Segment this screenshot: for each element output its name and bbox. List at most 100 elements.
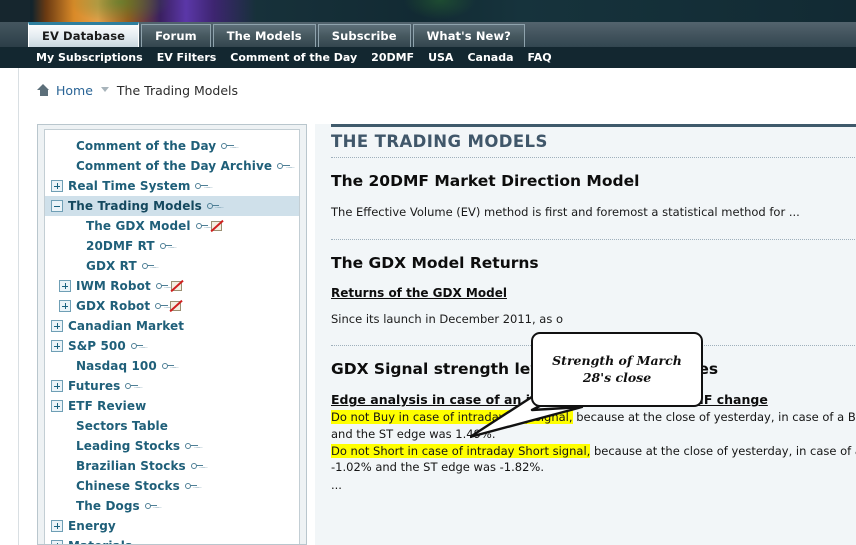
sidebar-item-label: Leading Stocks: [76, 439, 181, 453]
sidebar-item-gdx-rt[interactable]: GDX RT: [45, 256, 299, 276]
section-body-20dmf: The Effective Volume (EV) method is firs…: [331, 205, 800, 219]
subnav-item-usa[interactable]: USA: [428, 51, 453, 64]
sidebar-item-20dmf-rt[interactable]: 20DMF RT: [45, 236, 299, 256]
expand-plus-icon[interactable]: [51, 380, 63, 392]
sidebar-item-label: Real Time System: [68, 179, 191, 193]
toggle-spacer: [59, 140, 71, 152]
sidebar-item-label: Comment of the Day: [76, 139, 217, 153]
sidebar-item-label: GDX Robot: [76, 299, 151, 313]
no-book-icon: [170, 279, 184, 292]
sidebar-item-etf-review[interactable]: ETF Review: [45, 396, 299, 416]
subnav-item-canada[interactable]: Canada: [467, 51, 513, 64]
sidebar-scroll-area[interactable]: Comment of the Day Comment of the Day Arc…: [44, 129, 300, 544]
secondary-nav-bar: My Subscriptions EV Filters Comment of the…: [0, 47, 856, 68]
sidebar-item-label: Nasdaq 100: [76, 359, 157, 373]
tab-what-s-new[interactable]: What's New?: [412, 24, 525, 47]
subnav-item-20dmf[interactable]: 20DMF: [371, 51, 414, 64]
sidebar-item-label: GDX RT: [86, 259, 137, 273]
key-icon: [277, 161, 290, 171]
toggle-spacer: [69, 260, 81, 272]
key-icon: [155, 281, 169, 291]
toggle-spacer: [59, 500, 71, 512]
buy-signal-line2: and the ST edge was 1.49%.: [331, 427, 496, 442]
chevron-right-icon: [99, 84, 111, 96]
sidebar-item-the-trading-models[interactable]: The Trading Models: [45, 196, 299, 216]
sidebar-item-label: Comment of the Day Archive: [76, 159, 273, 173]
expand-plus-icon[interactable]: [51, 320, 63, 332]
edge-analysis-short: Do not Short in case of intraday Short s…: [331, 443, 856, 476]
toggle-spacer: [59, 480, 71, 492]
sidebar-item-canadian-market[interactable]: Canadian Market: [45, 316, 299, 336]
toggle-spacer: [59, 460, 71, 472]
expand-plus-icon[interactable]: [51, 400, 63, 412]
expand-plus-icon[interactable]: [51, 180, 63, 192]
sidebar-item-chinese-stocks[interactable]: Chinese Stocks: [45, 476, 299, 496]
sidebar-item-brazilian-stocks[interactable]: Brazilian Stocks: [45, 456, 299, 476]
sidebar-item-label: ETF Review: [68, 399, 147, 413]
sidebar-item-label: Brazilian Stocks: [76, 459, 186, 473]
toggle-spacer: [59, 360, 71, 372]
expand-plus-icon[interactable]: [51, 520, 63, 532]
breadcrumb-current: The Trading Models: [116, 82, 239, 98]
sidebar-item-label: Sectors Table: [76, 419, 168, 433]
main-content: THE TRADING MODELS The 20DMF Market Dire…: [315, 124, 856, 545]
breadcrumb: Home The Trading Models: [37, 80, 238, 100]
sidebar-item-label: S&P 500: [68, 339, 126, 353]
sidebar-item-label: IWM Robot: [76, 279, 151, 293]
buy-signal-rest: because at the close of yesterday, in ca…: [576, 410, 856, 425]
sidebar-item-comment-of-the-day[interactable]: Comment of the Day: [45, 136, 299, 156]
subnav-item-ev-filters[interactable]: EV Filters: [157, 51, 217, 64]
toggle-spacer: [69, 220, 81, 232]
primary-tabs: EV Database Forum The Models Subscribe What'…: [28, 22, 527, 47]
banner-left-edge: [0, 0, 30, 22]
section-subtitle-gdx-returns[interactable]: Returns of the GDX Model: [331, 286, 856, 300]
sidebar-item-real-time-system[interactable]: Real Time System: [45, 176, 299, 196]
key-icon: [221, 141, 234, 151]
sidebar-item-leading-stocks[interactable]: Leading Stocks: [45, 436, 299, 456]
collapse-minus-icon[interactable]: [51, 200, 63, 212]
sidebar-item-the-gdx-model[interactable]: The GDX Model: [45, 216, 299, 236]
section-body-gdx-returns: Since its launch in December 2011, as o: [331, 311, 564, 326]
sidebar-item-nasdaq-100[interactable]: Nasdaq 100: [45, 356, 299, 376]
expand-plus-icon[interactable]: [59, 280, 71, 292]
subnav-item-comment-of-the-day[interactable]: Comment of the Day: [230, 51, 357, 64]
tab-label: Subscribe: [331, 29, 397, 43]
tab-forum[interactable]: Forum: [141, 24, 211, 47]
sidebar-item-label: Futures: [68, 379, 121, 393]
key-icon: [159, 241, 173, 251]
sidebar-panel: Comment of the Day Comment of the Day Arc…: [37, 124, 307, 545]
sidebar-item-iwm-robot[interactable]: IWM Robot: [45, 276, 299, 296]
sidebar-nav-list: Comment of the Day Comment of the Day Arc…: [45, 130, 299, 544]
breadcrumb-home-link[interactable]: Home: [56, 83, 93, 98]
primary-tab-strip: EV Database Forum The Models Subscribe What'…: [0, 22, 856, 48]
sidebar-item-the-dogs[interactable]: The Dogs: [45, 496, 299, 516]
key-icon: [195, 181, 208, 191]
subnav-item-my-subscriptions[interactable]: My Subscriptions: [36, 51, 143, 64]
tab-label: Forum: [155, 29, 197, 43]
key-icon: [206, 201, 220, 211]
sidebar-item-comment-of-the-day-archive[interactable]: Comment of the Day Archive: [45, 156, 299, 176]
expand-plus-icon[interactable]: [51, 340, 63, 352]
tab-the-models[interactable]: The Models: [212, 24, 316, 47]
sidebar-item-label: Materials: [68, 539, 132, 544]
sidebar-item-sectors-table[interactable]: Sectors Table: [45, 416, 299, 436]
sidebar-item-s-p-500[interactable]: S&P 500: [45, 336, 299, 356]
edge-analysis-buy: Do not Buy in case of intraday Buy signa…: [331, 409, 856, 442]
page-body: Home The Trading Models Create Article C…: [0, 68, 856, 545]
tab-label: The Models: [226, 29, 302, 43]
tab-ev-database[interactable]: EV Database: [28, 22, 140, 47]
subnav-item-faq[interactable]: FAQ: [528, 51, 552, 64]
tab-subscribe[interactable]: Subscribe: [317, 24, 411, 47]
page-content-frame: Home The Trading Models Create Article C…: [18, 68, 856, 545]
sidebar-item-materials[interactable]: Materials: [45, 536, 299, 544]
page-title: THE TRADING MODELS: [331, 132, 548, 151]
divider-2: [331, 238, 856, 240]
expand-plus-icon[interactable]: [59, 300, 71, 312]
expand-plus-icon[interactable]: [51, 540, 63, 544]
sidebar-item-energy[interactable]: Energy: [45, 516, 299, 536]
sidebar-item-futures[interactable]: Futures: [45, 376, 299, 396]
sidebar-item-label: The Trading Models: [68, 199, 202, 213]
section-title-gdx-signal: GDX Signal strength level and daily upda…: [331, 360, 719, 379]
site-banner-image: [0, 0, 856, 22]
sidebar-item-gdx-robot[interactable]: GDX Robot: [45, 296, 299, 316]
